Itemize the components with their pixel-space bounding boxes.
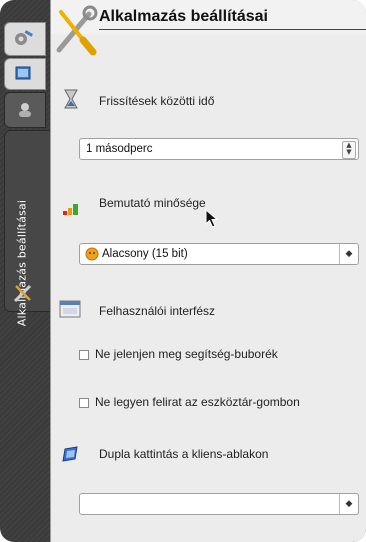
combo-arrows-icon[interactable]: ◆ — [339, 244, 358, 264]
monitor-icon — [15, 66, 31, 80]
page-title: Alkalmazás beállításai — [99, 8, 268, 25]
face-icon — [85, 247, 99, 261]
refresh-interval-value: 1 másodperc — [86, 143, 153, 155]
display-quality-combobox[interactable]: Alacsony (15 bit) ◆ — [79, 243, 359, 265]
mouse-cursor-icon — [205, 209, 219, 228]
signal-bars-icon — [63, 204, 78, 215]
sidebar: Alkalmazás beállításai — [0, 0, 51, 542]
app-window: Alkalmazás beállításai Alkalmazás beállí… — [0, 0, 366, 542]
toolbar-text-checkbox[interactable] — [79, 398, 89, 408]
wrench-screwdriver-icon — [13, 284, 32, 303]
sidebar-tab-display[interactable] — [4, 58, 46, 90]
sidebar-tab-user[interactable] — [4, 92, 46, 128]
user-icon — [19, 103, 31, 117]
monitor-blue-icon — [62, 446, 78, 462]
display-quality-label: Bemutató minősége — [99, 196, 206, 210]
display-quality-value: Alacsony (15 bit) — [102, 248, 188, 260]
double-click-label: Dupla kattintás a kliens-ablakon — [99, 447, 269, 461]
tools-large-icon — [56, 5, 98, 56]
refresh-interval-label: Frissítések közötti idő — [99, 94, 215, 108]
combo-arrows-icon[interactable]: ◆ — [339, 494, 358, 514]
window-icon — [59, 300, 81, 318]
tooltips-checkbox[interactable] — [79, 350, 89, 360]
toolbar-text-checkbox-label[interactable]: Ne legyen felirat az eszköztár-gombon — [95, 395, 300, 409]
title-underline — [99, 29, 366, 30]
spin-arrows-icon[interactable]: ▲ ▼ — [342, 141, 356, 159]
refresh-interval-spinbox[interactable]: 1 másodperc ▲ ▼ — [79, 138, 359, 160]
hourglass-icon — [64, 89, 78, 109]
double-click-combobox[interactable]: ◆ — [79, 493, 359, 515]
tooltips-checkbox-label[interactable]: Ne jelenjen meg segítség-buborék — [95, 347, 278, 361]
tools-icon — [15, 30, 33, 45]
ui-section-label: Felhasználói interfész — [99, 304, 216, 318]
sidebar-tab-general[interactable] — [4, 22, 46, 56]
settings-panel: Alkalmazás beállításai Frissítések közöt… — [50, 0, 366, 542]
sidebar-vertical-label: Alkalmazás beállításai — [15, 199, 29, 327]
